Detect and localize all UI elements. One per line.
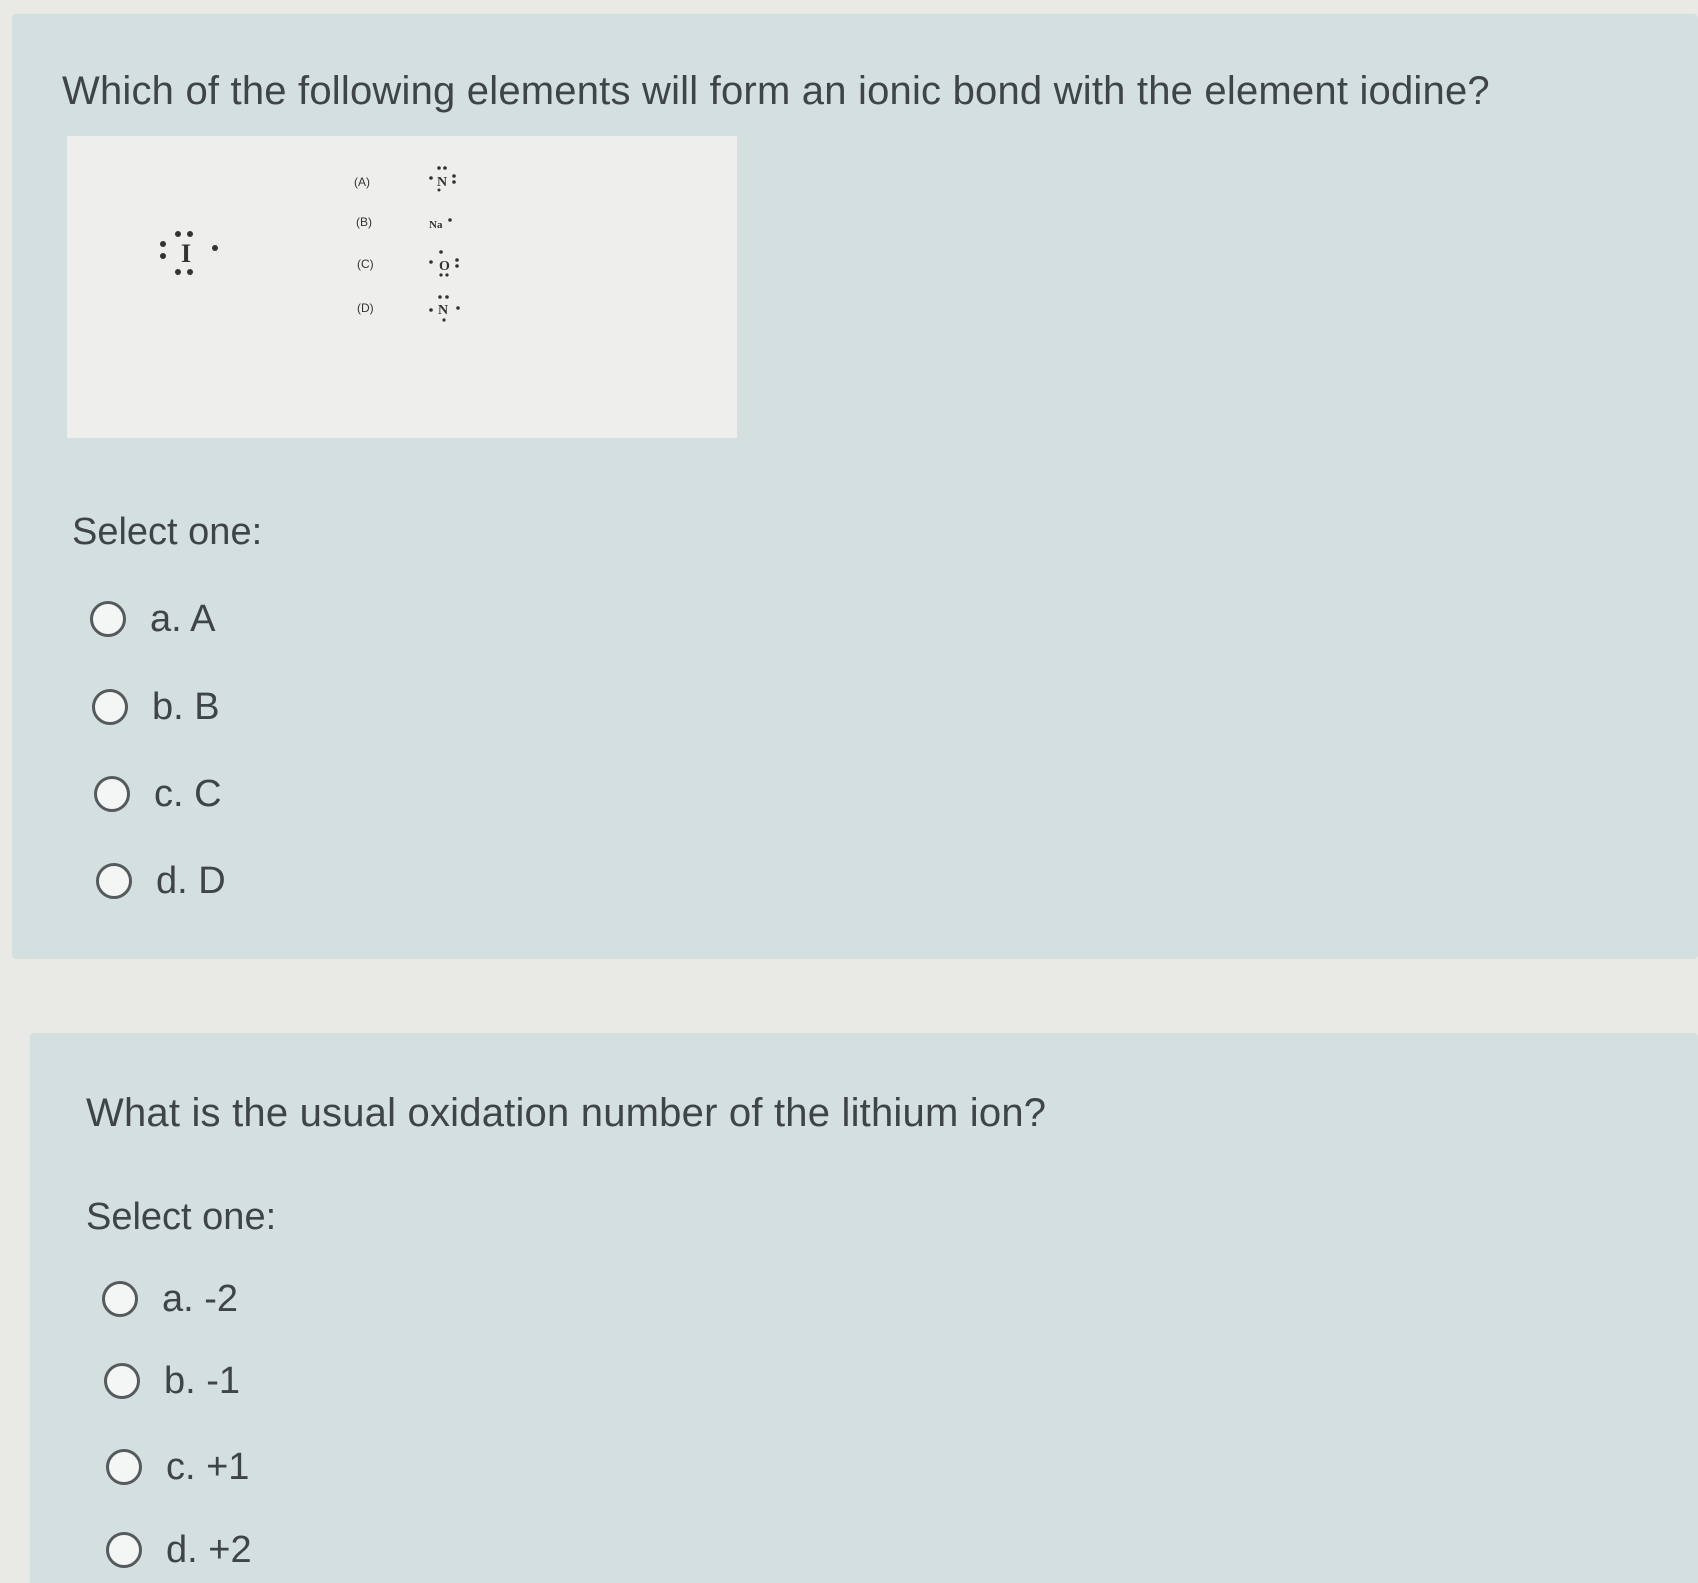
q2-option-a[interactable]: a. -2 bbox=[102, 1274, 238, 1324]
option-label: a. A bbox=[150, 597, 216, 640]
radio-button[interactable] bbox=[94, 776, 130, 812]
quiz-page: Which of the following elements will for… bbox=[0, 0, 1698, 1583]
option-label: b. -1 bbox=[164, 1359, 241, 1402]
choice-a-label: (A) bbox=[354, 175, 370, 189]
option-label: b. B bbox=[152, 685, 220, 728]
q1-option-b[interactable]: b. B bbox=[92, 682, 220, 732]
radio-button[interactable] bbox=[102, 1281, 138, 1317]
choice-a-structure: N bbox=[429, 166, 456, 192]
option-label: d. +2 bbox=[166, 1528, 252, 1571]
choice-b-symbol: Na bbox=[429, 219, 443, 231]
lewis-dot-figure: I (A) N (B) Na (C) O (D) N bbox=[67, 136, 737, 438]
select-one-label-2: Select one: bbox=[86, 1196, 277, 1238]
iodine-symbol: I bbox=[181, 239, 191, 268]
q2-option-c[interactable]: c. +1 bbox=[106, 1442, 249, 1492]
q1-option-c[interactable]: c. C bbox=[94, 769, 222, 819]
choice-a-symbol: N bbox=[437, 175, 447, 190]
radio-button[interactable] bbox=[104, 1363, 140, 1399]
q2-option-b[interactable]: b. -1 bbox=[104, 1356, 240, 1406]
choice-c-symbol: O bbox=[439, 259, 450, 274]
choice-c-label: (C) bbox=[357, 257, 374, 271]
radio-button[interactable] bbox=[90, 601, 126, 637]
q2-option-d[interactable]: d. +2 bbox=[106, 1525, 252, 1575]
option-label: c. +1 bbox=[166, 1445, 250, 1488]
radio-button[interactable] bbox=[92, 689, 128, 725]
q1-option-d[interactable]: d. D bbox=[96, 856, 226, 906]
radio-button[interactable] bbox=[106, 1449, 142, 1485]
option-label: c. C bbox=[154, 772, 222, 815]
radio-button[interactable] bbox=[96, 863, 132, 899]
choice-c-structure: O bbox=[429, 250, 459, 277]
question-1-text: Which of the following elements will for… bbox=[62, 69, 1490, 113]
radio-button[interactable] bbox=[106, 1532, 142, 1568]
choice-b-label: (B) bbox=[356, 215, 372, 229]
choice-d-label: (D) bbox=[357, 301, 374, 315]
choice-d-symbol: N bbox=[438, 303, 448, 318]
question-card-1: Which of the following elements will for… bbox=[12, 14, 1698, 959]
option-label: a. -2 bbox=[162, 1277, 239, 1320]
iodine-lewis-structure: I bbox=[160, 231, 218, 275]
question-card-2: What is the usual oxidation number of th… bbox=[30, 1033, 1698, 1583]
choice-d-structure: N bbox=[429, 295, 460, 322]
choice-b-structure: Na bbox=[429, 218, 452, 231]
option-label: d. D bbox=[156, 859, 226, 902]
question-2-text: What is the usual oxidation number of th… bbox=[86, 1091, 1047, 1135]
q1-option-a[interactable]: a. A bbox=[90, 594, 216, 644]
lewis-dot-diagram: I (A) N (B) Na (C) O (D) N bbox=[160, 166, 460, 322]
select-one-label-1: Select one: bbox=[72, 511, 263, 553]
